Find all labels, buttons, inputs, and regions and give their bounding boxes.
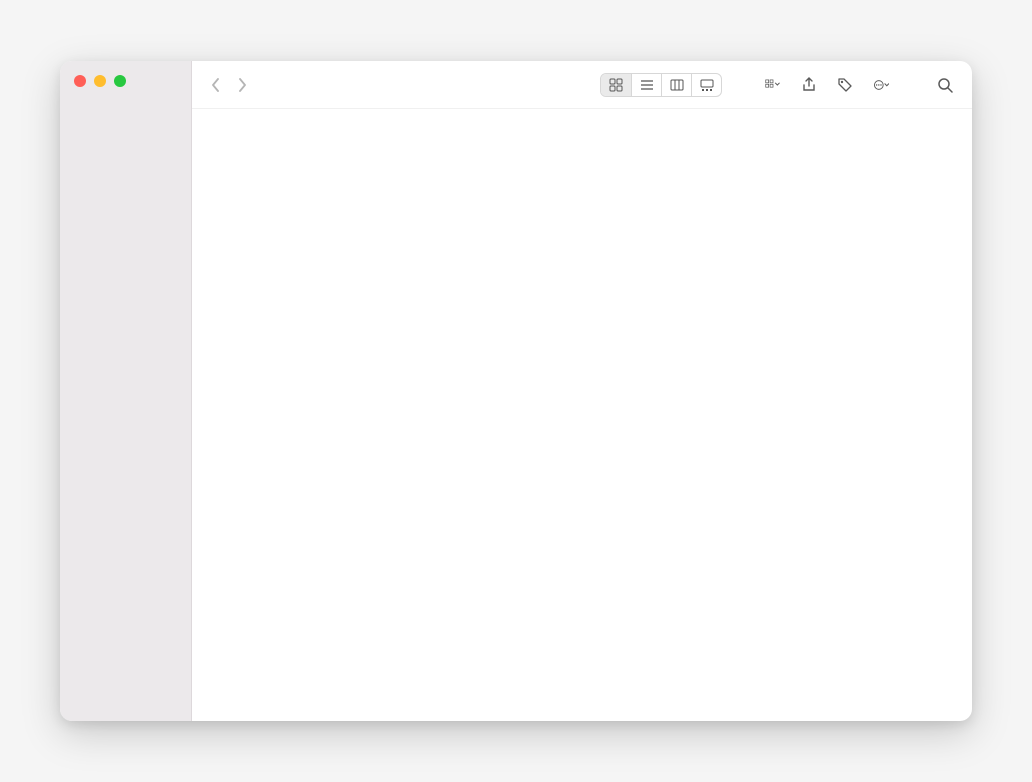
search-button[interactable] bbox=[932, 73, 958, 97]
finder-window bbox=[60, 61, 972, 721]
window-zoom[interactable] bbox=[114, 75, 126, 87]
traffic-lights bbox=[60, 61, 191, 97]
back-button[interactable] bbox=[206, 73, 226, 97]
toolbar bbox=[192, 61, 972, 109]
content-area[interactable] bbox=[192, 109, 972, 721]
share-button[interactable] bbox=[796, 73, 822, 97]
view-list[interactable] bbox=[631, 74, 661, 96]
action-menu[interactable] bbox=[868, 73, 894, 97]
group-menu[interactable] bbox=[760, 73, 786, 97]
tags-button[interactable] bbox=[832, 73, 858, 97]
window-minimize[interactable] bbox=[94, 75, 106, 87]
nav-arrows bbox=[206, 73, 252, 97]
main-pane bbox=[192, 61, 972, 721]
view-columns[interactable] bbox=[661, 74, 691, 96]
view-icons[interactable] bbox=[601, 74, 631, 96]
sidebar bbox=[60, 61, 192, 721]
window-close[interactable] bbox=[74, 75, 86, 87]
forward-button[interactable] bbox=[232, 73, 252, 97]
view-switcher bbox=[600, 73, 722, 97]
view-gallery[interactable] bbox=[691, 74, 721, 96]
